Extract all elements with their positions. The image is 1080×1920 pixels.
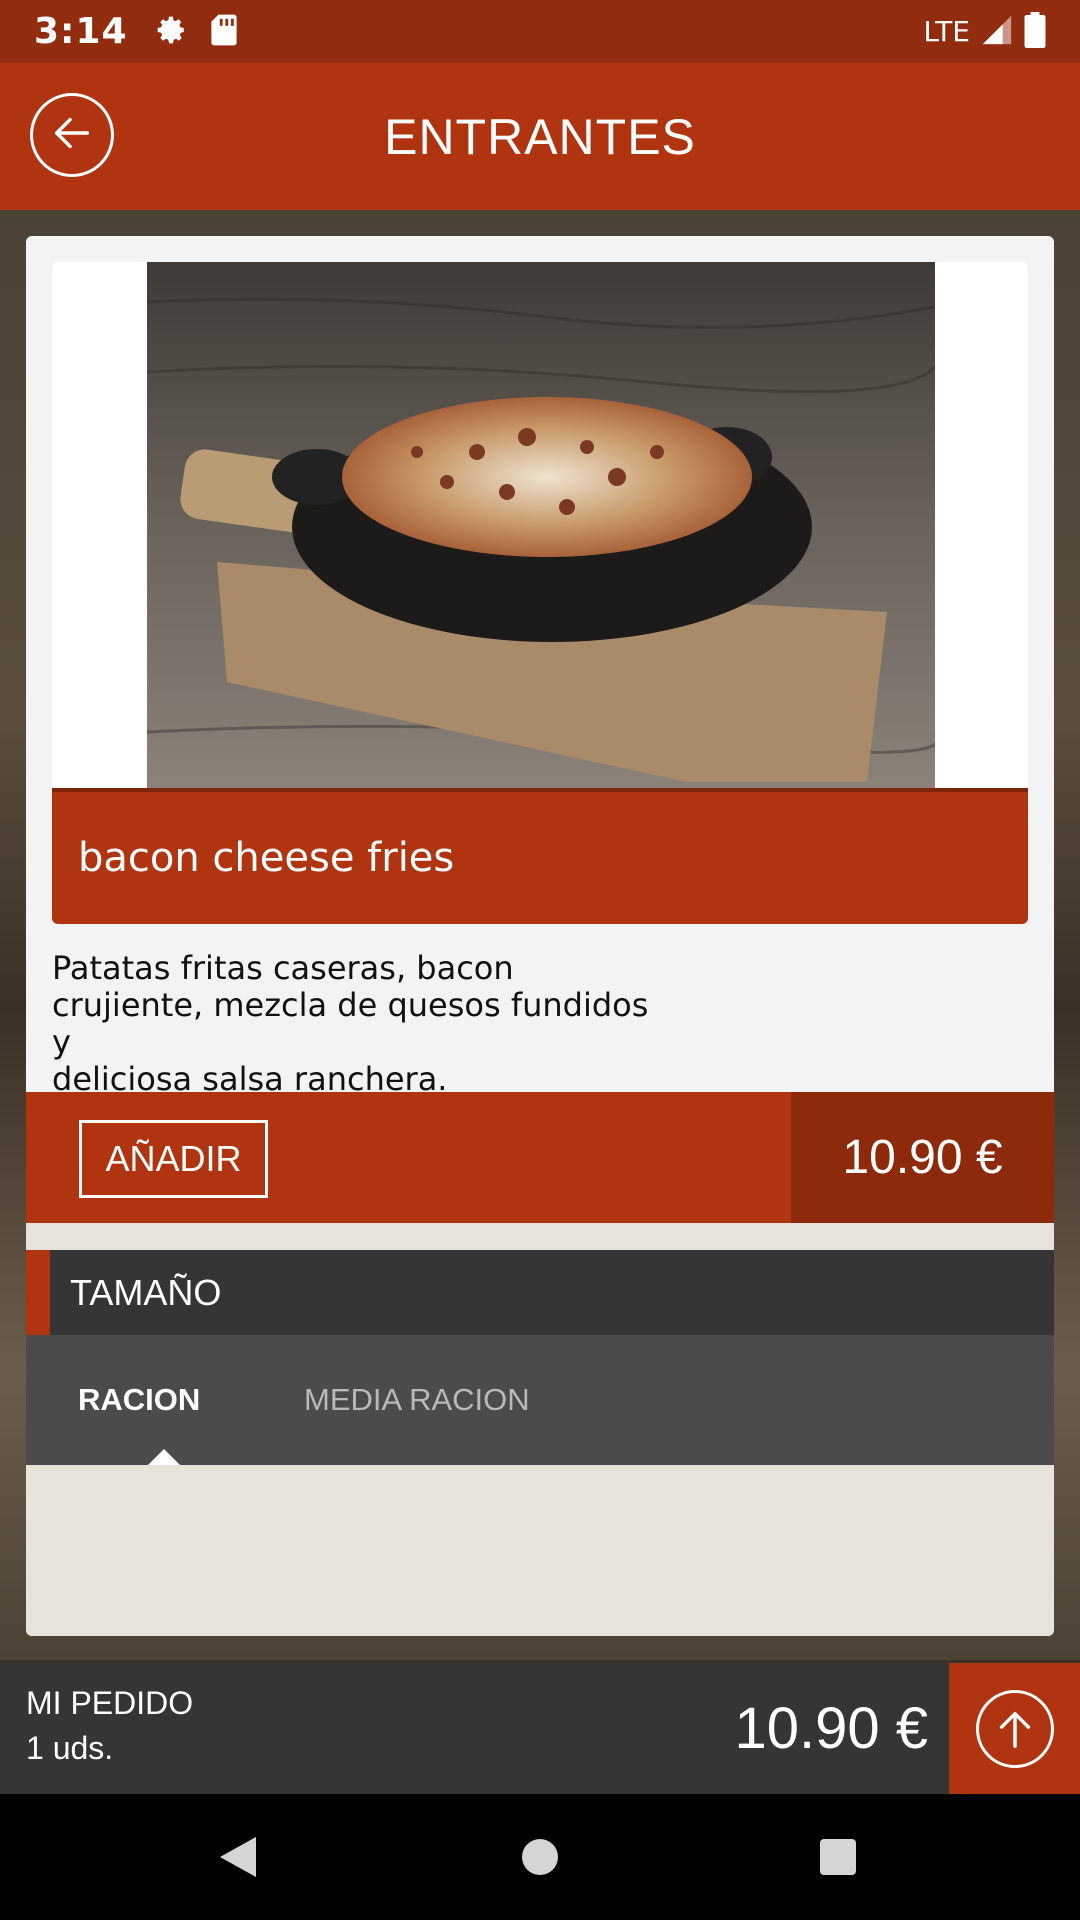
product-card: bacon cheese fries Patatas fritas casera… xyxy=(26,236,1054,1636)
order-quantity: 1 uds. xyxy=(26,1730,114,1766)
page-title: ENTRANTES xyxy=(384,108,696,165)
tab-racion[interactable]: RACION xyxy=(78,1335,200,1465)
description-line: Patatas fritas caseras, bacon xyxy=(52,949,514,987)
system-nav-bar xyxy=(0,1794,1080,1920)
add-to-order-row: AÑADIR 10.90 € xyxy=(26,1092,1054,1223)
sd-card-icon xyxy=(210,13,238,51)
gear-icon xyxy=(154,13,188,51)
product-price: 10.90 € xyxy=(791,1092,1054,1223)
selected-tab-indicator xyxy=(148,1449,180,1465)
product-image-frame xyxy=(52,262,1028,788)
signal-icon xyxy=(980,13,1014,51)
add-button[interactable]: AÑADIR xyxy=(79,1120,268,1198)
options-area: TAMAÑO RACION MEDIA RACION xyxy=(26,1223,1054,1636)
arrow-up-icon xyxy=(975,1689,1054,1768)
order-label: MI PEDIDO xyxy=(26,1685,194,1721)
battery-icon xyxy=(1024,11,1046,52)
product-name: bacon cheese fries xyxy=(52,788,1028,924)
network-type: LTE xyxy=(923,15,970,48)
size-section-header: TAMAÑO xyxy=(26,1250,1054,1335)
product-photo xyxy=(147,262,935,788)
section-accent xyxy=(26,1250,50,1335)
status-bar: 3:14 LTE xyxy=(0,0,1080,63)
expand-order-button[interactable] xyxy=(949,1663,1080,1794)
order-summary-bar[interactable]: MI PEDIDO 1 uds. 10.90 € xyxy=(0,1663,1080,1794)
app-bar: ENTRANTES xyxy=(0,63,1080,210)
product-description: Patatas fritas caseras, bacon crujiente,… xyxy=(52,950,672,1098)
recents-square-icon[interactable] xyxy=(778,1794,898,1920)
home-circle-icon[interactable] xyxy=(480,1794,600,1920)
order-total: 10.90 € xyxy=(734,1696,928,1761)
back-triangle-icon[interactable] xyxy=(178,1794,298,1920)
status-time: 3:14 xyxy=(34,11,128,52)
size-tabs: RACION MEDIA RACION xyxy=(26,1335,1054,1465)
size-section-title: TAMAÑO xyxy=(70,1271,222,1313)
description-line: crujiente, mezcla de quesos fundidos y xyxy=(52,986,649,1061)
tab-media-racion[interactable]: MEDIA RACION xyxy=(304,1335,530,1465)
